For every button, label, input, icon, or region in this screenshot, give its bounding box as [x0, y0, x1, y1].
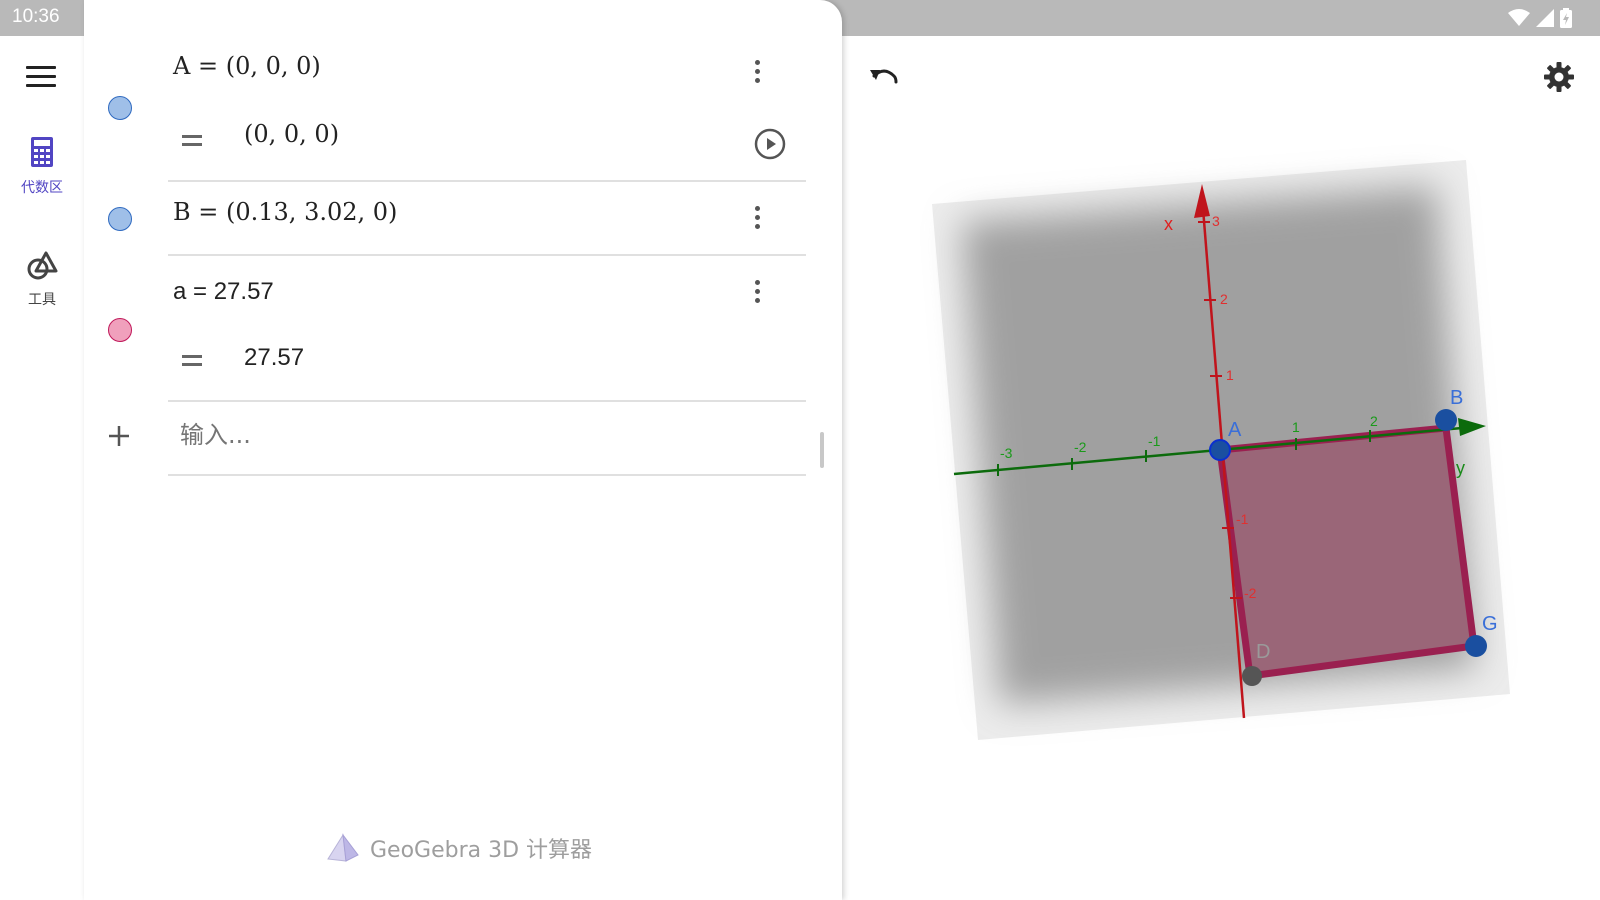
- visibility-toggle-b[interactable]: [108, 207, 132, 231]
- algebra-item-b[interactable]: B = (0.13, 3.02, 0): [84, 182, 806, 256]
- divider: [168, 400, 806, 402]
- status-icons: [1508, 8, 1572, 28]
- x-tick-label: -1: [1236, 511, 1249, 527]
- value-a: (0, 0, 0): [244, 120, 340, 148]
- point-g[interactable]: [1465, 635, 1487, 657]
- app-name: GeoGebra 3D 计算器: [370, 838, 593, 863]
- more-options-a-number[interactable]: [752, 280, 762, 307]
- value-a-number: 27.57: [244, 344, 305, 371]
- point-label-b: B: [1450, 387, 1463, 409]
- polygon-square[interactable]: [1216, 424, 1478, 680]
- y-tick-label: -2: [1074, 439, 1087, 455]
- definition-a[interactable]: A = (0, 0, 0): [173, 52, 321, 80]
- x-tick-label: -2: [1244, 585, 1257, 601]
- point-a[interactable]: [1209, 439, 1231, 461]
- x-tick-label: 3: [1212, 213, 1220, 229]
- algebra-view-button[interactable]: 代数区: [0, 136, 84, 197]
- algebra-item-a-number[interactable]: a = 27.57 27.57: [84, 256, 806, 402]
- point-label-a: A: [1228, 419, 1242, 441]
- calculator-icon: [31, 137, 53, 167]
- x-axis-label: x: [1164, 214, 1173, 234]
- menu-icon[interactable]: [26, 66, 56, 88]
- point-d[interactable]: [1242, 666, 1262, 686]
- more-options-b[interactable]: [752, 206, 762, 233]
- more-options-a[interactable]: [752, 60, 762, 87]
- point-label-g: G: [1482, 613, 1498, 635]
- status-time: 10:36: [12, 6, 60, 27]
- definition-a-number[interactable]: a = 27.57: [173, 278, 274, 306]
- x-tick-label: 1: [1226, 367, 1234, 383]
- y-tick-label: -1: [1148, 433, 1161, 449]
- equals-icon: [182, 355, 202, 371]
- add-input-icon[interactable]: [107, 424, 131, 448]
- visibility-toggle-a-number[interactable]: [108, 318, 132, 342]
- wifi-icon: [1508, 9, 1530, 26]
- y-tick-label: 1: [1292, 419, 1300, 435]
- battery-icon: [1560, 8, 1572, 28]
- visibility-toggle-a[interactable]: [108, 96, 132, 120]
- app-footer: GeoGebra 3D 计算器: [326, 832, 592, 864]
- graphics-3d-view[interactable]: x 3 2 1 -1 -2 y -3 -2 -1 1 2 A B G D: [842, 36, 1600, 900]
- algebra-item-a[interactable]: A = (0, 0, 0) (0, 0, 0): [84, 36, 806, 182]
- divider: [168, 474, 806, 476]
- point-label-d: D: [1256, 641, 1270, 663]
- tools-label: 工具: [28, 292, 56, 308]
- geogebra-3d-logo-icon: [327, 833, 359, 862]
- y-tick-label: 2: [1370, 413, 1378, 429]
- equals-icon: [182, 135, 202, 151]
- side-rail: 代数区 工具: [0, 36, 84, 900]
- scrollbar[interactable]: [820, 432, 824, 468]
- y-tick-label: -3: [1000, 445, 1013, 461]
- play-icon[interactable]: [754, 128, 786, 165]
- algebra-input[interactable]: [178, 414, 782, 456]
- tools-button[interactable]: 工具: [0, 250, 84, 309]
- y-axis-label: y: [1456, 458, 1465, 478]
- algebra-view-label: 代数区: [21, 180, 63, 196]
- shapes-tool-icon: [27, 251, 58, 280]
- signal-icon: [1536, 9, 1554, 27]
- definition-b[interactable]: B = (0.13, 3.02, 0): [173, 198, 397, 226]
- x-tick-label: 2: [1220, 291, 1228, 307]
- point-b[interactable]: [1435, 409, 1457, 431]
